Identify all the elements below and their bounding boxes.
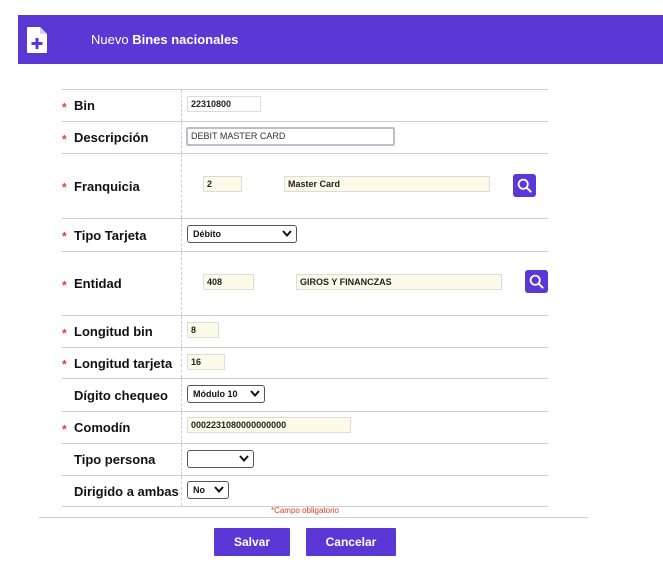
row-longitud-tarjeta: * Longitud tarjeta 16 (62, 347, 548, 378)
required-mark: * (62, 357, 67, 372)
digito-chequeo-label: Dígito chequeo (62, 379, 182, 411)
longitud-bin-label: * Longitud bin (62, 316, 182, 347)
divider (39, 517, 588, 518)
digito-chequeo-selected: Módulo 10 (193, 389, 238, 399)
comodin-label: * Comodín (62, 412, 182, 443)
row-franquicia: * Franquicia 2 Master Card (62, 153, 548, 218)
required-mark: * (62, 421, 67, 436)
bin-label: * Bin (62, 90, 182, 121)
title-entity: Bines nacionales (132, 32, 239, 47)
bin-label-text: Bin (74, 98, 95, 113)
dirigido-a-ambas-label-text: Dirigido a ambas (74, 483, 179, 499)
descripcion-label-text: Descripción (74, 130, 149, 145)
dirigido-a-ambas-label: Dirigido a ambas (62, 476, 182, 506)
search-icon (529, 274, 544, 289)
entidad-label-text: Entidad (74, 276, 122, 291)
longitud-tarjeta-label: * Longitud tarjeta (62, 348, 182, 378)
longitud-tarjeta-input[interactable]: 16 (187, 354, 225, 370)
franquicia-label: * Franquicia (62, 154, 182, 218)
required-mark: * (62, 229, 67, 244)
tipo-tarjeta-select[interactable]: Débito (187, 225, 297, 243)
dirigido-a-ambas-select[interactable]: No (187, 481, 229, 499)
row-comodin: * Comodín 0002231080000000000 (62, 411, 548, 443)
row-bin: * Bin 22310800 (62, 89, 548, 121)
row-entidad: * Entidad 408 GIROS Y FINANCZAS (62, 251, 548, 315)
franquicia-search-button[interactable] (513, 174, 536, 197)
required-mark: * (62, 325, 67, 340)
chevron-down-icon (250, 390, 260, 398)
tipo-tarjeta-label: * Tipo Tarjeta (62, 219, 182, 251)
required-mark: * (62, 99, 67, 114)
row-tipo-tarjeta: * Tipo Tarjeta Débito (62, 218, 548, 251)
entidad-search-button[interactable] (525, 270, 548, 293)
tipo-tarjeta-label-text: Tipo Tarjeta (74, 227, 147, 243)
bin-form: * Bin 22310800 * Descripción DEBIT MASTE… (62, 89, 548, 507)
row-digito-chequeo: Dígito chequeo Módulo 10 (62, 378, 548, 411)
save-button[interactable]: Salvar (214, 528, 290, 556)
franquicia-label-text: Franquicia (74, 178, 140, 194)
descripcion-input[interactable]: DEBIT MASTER CARD (186, 127, 395, 146)
page-title: Nuevo Bines nacionales (91, 32, 238, 47)
required-mark: * (62, 277, 67, 292)
comodin-input[interactable]: 0002231080000000000 (187, 417, 351, 433)
tipo-persona-select[interactable] (187, 450, 254, 468)
required-mark: * (62, 180, 67, 195)
row-dirigido-a-ambas: Dirigido a ambas No (62, 475, 548, 507)
row-descripcion: * Descripción DEBIT MASTER CARD (62, 121, 548, 153)
required-mark: * (62, 131, 67, 146)
chevron-down-icon (239, 455, 249, 463)
comodin-label-text: Comodín (74, 420, 131, 435)
franquicia-name-input: Master Card (284, 176, 490, 192)
entidad-name-input: GIROS Y FINANCZAS (296, 274, 502, 290)
page-header: Nuevo Bines nacionales (18, 15, 663, 64)
bin-input[interactable]: 22310800 (187, 96, 261, 112)
search-icon (517, 178, 532, 193)
chevron-down-icon (214, 486, 224, 494)
dirigido-a-ambas-selected: No (193, 485, 205, 495)
chevron-down-icon (282, 230, 292, 238)
tipo-persona-label: Tipo persona (62, 444, 182, 475)
tipo-persona-label-text: Tipo persona (74, 452, 156, 467)
row-longitud-bin: * Longitud bin 8 (62, 315, 548, 347)
descripcion-label: * Descripción (62, 122, 182, 153)
file-plus-icon (24, 23, 50, 57)
required-note: *Campo obligatorio (270, 506, 340, 515)
digito-chequeo-select[interactable]: Módulo 10 (187, 385, 265, 403)
title-prefix: Nuevo (91, 32, 129, 47)
row-tipo-persona: Tipo persona (62, 443, 548, 475)
digito-chequeo-label-text: Dígito chequeo (74, 387, 168, 403)
longitud-bin-input[interactable]: 8 (187, 322, 219, 338)
longitud-tarjeta-label-text: Longitud tarjeta (74, 355, 173, 371)
longitud-bin-label-text: Longitud bin (74, 324, 153, 339)
entidad-code-input[interactable]: 408 (203, 274, 254, 290)
franquicia-code-input[interactable]: 2 (203, 176, 242, 192)
tipo-tarjeta-selected: Débito (193, 229, 221, 239)
cancel-button[interactable]: Cancelar (306, 528, 396, 556)
entidad-label: * Entidad (62, 252, 182, 315)
